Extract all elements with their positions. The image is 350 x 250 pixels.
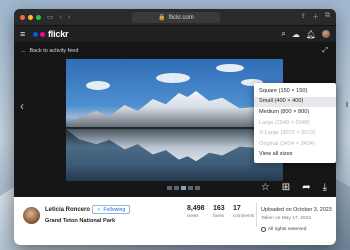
photo-actions: ☆ ⊞ ➦ ⤓ (261, 182, 327, 193)
filmstrip-thumb[interactable] (174, 186, 179, 190)
share-arrow-icon[interactable]: ➦ (302, 182, 310, 193)
filmstrip-thumb[interactable] (167, 186, 172, 190)
flickr-logo[interactable]: flickr (33, 29, 69, 39)
stat-value: 163 (213, 205, 225, 212)
fave-star-icon[interactable]: ☆ (261, 182, 270, 193)
maximize-window-button[interactable] (36, 14, 41, 20)
back-to-feed-link[interactable]: ← Back to activity feed (21, 48, 78, 54)
notifications-icon[interactable]: 🔔︎ (306, 30, 316, 39)
close-window-button[interactable] (20, 14, 25, 20)
owner-name[interactable]: Leticia Roncero (45, 207, 90, 213)
mountain-reflection (66, 129, 283, 162)
sidebar-toggle-icon[interactable]: ▭ (47, 14, 54, 21)
filmstrip-thumb[interactable] (195, 186, 200, 190)
lake-shore (66, 163, 283, 181)
upload-icon[interactable]: ☁ (292, 30, 300, 39)
following-label: Following (103, 206, 126, 213)
size-option-large: Large (2048 × 2048) (259, 119, 310, 126)
stat-views: 8,498 views (187, 205, 205, 218)
size-option-small[interactable]: Small (400 × 400) (254, 96, 336, 108)
filmstrip-thumb[interactable] (188, 186, 193, 190)
stat-comments: 17 comments (233, 205, 254, 218)
stat-label: faves (213, 213, 224, 218)
stat-faves: 163 faves (213, 205, 225, 218)
address-bar[interactable]: 🔒 flickr.com (132, 12, 220, 23)
site-header: ≡ flickr ⌕ ☁ 🔔︎ (14, 26, 336, 42)
photo-info-bar: Leticia Roncero ✓ Following Grand Teton … (14, 197, 336, 245)
fullscreen-icon[interactable]: ⤢ (322, 47, 328, 55)
logo-text: flickr (48, 29, 69, 39)
logo-pink-dot (40, 31, 45, 37)
new-tab-icon[interactable]: ＋ (312, 12, 319, 22)
browser-actions: ⇪ ＋ ⧉ (300, 12, 330, 22)
cloud (216, 64, 244, 72)
check-icon: ✓ (97, 206, 102, 213)
window-controls (20, 14, 41, 20)
download-size-menu: Square (150 × 150) Small (400 × 400) Med… (254, 83, 336, 164)
size-option-medium[interactable]: Medium (800 × 800) (254, 107, 336, 118)
filmstrip (167, 186, 200, 190)
lock-icon: 🔒 (158, 15, 166, 21)
stat-value: 17 (233, 205, 241, 212)
tab-overview-icon[interactable]: ⧉ (325, 12, 330, 22)
header-actions: ⌕ ☁ 🔔︎ (281, 29, 330, 39)
filmstrip-thumb[interactable] (181, 186, 186, 190)
stat-value: 8,498 (187, 205, 205, 212)
license-info[interactable]: All rights reserved (261, 227, 306, 232)
arrow-left-icon: ← (21, 48, 27, 54)
share-icon[interactable]: ⇪ (300, 12, 306, 22)
cloud (86, 81, 110, 90)
logo-blue-dot (33, 31, 38, 37)
mountain-range (66, 91, 283, 129)
license-label: All rights reserved (268, 227, 307, 232)
owner-avatar[interactable] (23, 207, 40, 224)
minimize-window-button[interactable] (28, 14, 33, 20)
back-to-feed-label: Back to activity feed (29, 48, 79, 54)
size-option-square[interactable]: Square (150 × 150) (254, 86, 336, 97)
search-icon[interactable]: ⌕ (281, 29, 285, 39)
stat-label: comments (233, 213, 255, 218)
main-photo[interactable] (66, 59, 283, 181)
add-to-gallery-icon[interactable]: ⊞ (282, 182, 290, 193)
back-nav-icon[interactable]: ‹ (60, 14, 62, 21)
taken-date: Taken on May 17, 2022 (261, 216, 311, 221)
browser-toolbar: ▭ ‹ › 🔒 flickr.com ⇪ ＋ ⧉ (14, 9, 336, 26)
menu-icon[interactable]: ≡ (20, 29, 30, 39)
size-option-xlarge: X-Large (3072 × 3072) (259, 130, 316, 137)
cloud (156, 73, 190, 83)
divider (256, 203, 257, 227)
stat-label: views (187, 213, 199, 218)
address-bar-url: flickr.com (168, 14, 194, 21)
forward-nav-icon[interactable]: › (68, 14, 70, 21)
following-button[interactable]: ✓ Following (92, 205, 131, 214)
copyright-icon (261, 227, 266, 232)
text-cursor-icon: I (346, 102, 348, 109)
view-all-sizes-option[interactable]: View all sizes (254, 150, 336, 161)
size-option-original: Original (3424 × 3424) (259, 140, 315, 147)
download-icon[interactable]: ⤓ (323, 182, 327, 193)
previous-photo-icon[interactable]: ‹ (20, 99, 24, 113)
uploaded-date: Uploaded on October 3, 2023 (261, 207, 332, 213)
photo-title: Grand Teton National Park (45, 218, 116, 224)
user-avatar[interactable] (322, 30, 330, 38)
